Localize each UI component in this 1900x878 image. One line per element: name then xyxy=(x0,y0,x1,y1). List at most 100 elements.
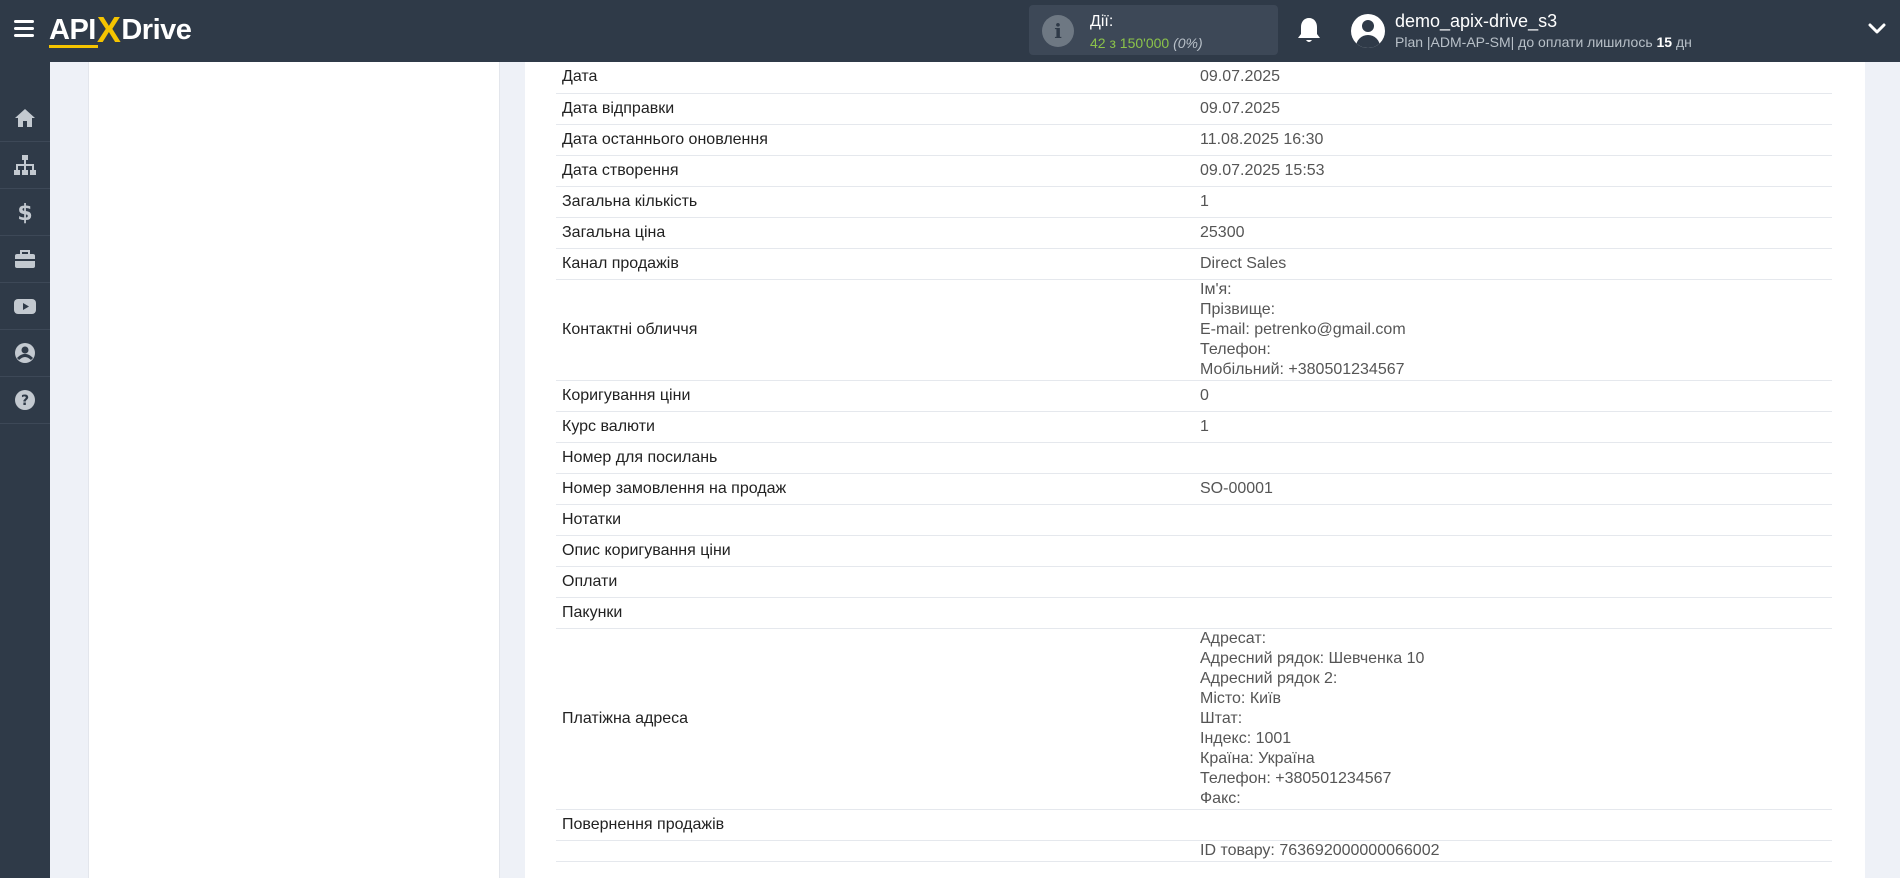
sidebar-item-help[interactable]: ? xyxy=(0,377,50,423)
field-name: Оплати xyxy=(556,566,1194,598)
field-name: Загальна кількість xyxy=(556,186,1194,218)
field-name: Опис коригування ціни xyxy=(556,535,1194,567)
field-value: Адресат: Адресний рядок: Шевченка 10 Адрес… xyxy=(1194,628,1832,810)
logo-x-text: X xyxy=(96,9,121,50)
table-row: Номер для посилань xyxy=(556,442,1832,474)
field-name: Дата відправки xyxy=(556,93,1194,125)
avatar[interactable] xyxy=(1351,14,1385,48)
field-value-line: Мобільний: +380501234567 xyxy=(1200,360,1405,378)
table-row: Пакунки xyxy=(556,597,1832,629)
top-bar: API X Drive i Дії: 42 з 150'000 (0%) demo_… xyxy=(0,0,1900,62)
sidebar-item-services[interactable] xyxy=(0,236,50,282)
field-name: Курс валюти xyxy=(556,411,1194,443)
field-name: Дата створення xyxy=(556,155,1194,187)
table-row: Платіжна адреса Адресат: Адресний рядок: Ш… xyxy=(556,628,1832,810)
plan-prefix: Plan |ADM-AP-SM| до оплати лишилось xyxy=(1395,34,1653,50)
field-value-line: Адресний рядок 2: xyxy=(1200,669,1338,687)
field-value-line: Адресний рядок: Шевченка 10 xyxy=(1200,649,1425,667)
actions-count: 42 xyxy=(1090,35,1106,51)
field-value: 1 xyxy=(1194,186,1832,218)
info-icon: i xyxy=(1042,15,1074,47)
table-row: Повернення продажів xyxy=(556,809,1832,841)
chevron-down-icon[interactable] xyxy=(1868,22,1886,36)
left-panel xyxy=(88,62,500,878)
field-name: Повернення продажів xyxy=(556,809,1194,841)
table-row: Курс валюти 1 xyxy=(556,411,1832,443)
field-value: 1 xyxy=(1194,411,1832,443)
table-row: Загальна кількість 1 xyxy=(556,186,1832,218)
bell-icon[interactable] xyxy=(1296,16,1322,44)
sidebar: $ ? xyxy=(0,62,50,878)
field-value: ID товару: 763692000000066002 xyxy=(1194,840,1832,862)
sidebar-item-video[interactable] xyxy=(0,283,50,329)
table-row: Загальна ціна 25300 xyxy=(556,217,1832,249)
user-name[interactable]: demo_apix-drive_s3 xyxy=(1395,11,1557,32)
field-name: Канал продажів xyxy=(556,248,1194,280)
field-value: 09.07.2025 15:53 xyxy=(1194,155,1832,187)
svg-text:?: ? xyxy=(21,393,29,409)
field-value-line: Ім'я: xyxy=(1200,280,1232,298)
plan-suffix: дн xyxy=(1675,34,1692,50)
field-name: Дата xyxy=(556,62,1194,94)
svg-text:$: $ xyxy=(17,201,32,224)
table-row: Оплати xyxy=(556,566,1832,598)
plan-days: 15 xyxy=(1656,34,1673,50)
field-value-line: E-mail: petrenko@gmail.com xyxy=(1200,320,1406,338)
field-value: 25300 xyxy=(1194,217,1832,249)
actions-percent: (0%) xyxy=(1173,35,1203,51)
sitemap-icon xyxy=(14,155,36,175)
table-row: Нотатки xyxy=(556,504,1832,536)
field-value-line: Телефон: xyxy=(1200,340,1271,358)
field-value-line: Країна: Україна xyxy=(1200,749,1315,767)
field-name: Загальна ціна xyxy=(556,217,1194,249)
field-name: Контактні обличчя xyxy=(556,279,1194,381)
table-row: Дата відправки 09.07.2025 xyxy=(556,93,1832,125)
question-circle-icon: ? xyxy=(15,390,35,410)
user-plan: Plan |ADM-AP-SM| до оплати лишилось 15 д… xyxy=(1395,34,1692,50)
table-row: Дата останнього оновлення 11.08.2025 16:3… xyxy=(556,124,1832,156)
field-value xyxy=(1194,597,1832,629)
field-name: Номер для посилань xyxy=(556,442,1194,474)
field-value-line: ID товару: 763692000000066002 xyxy=(1200,841,1440,859)
field-name: Нотатки xyxy=(556,504,1194,536)
field-value xyxy=(1194,809,1832,841)
youtube-icon xyxy=(14,299,36,314)
logo-drive-text: Drive xyxy=(121,13,192,46)
field-name: Платіжна адреса xyxy=(556,628,1194,810)
field-value-line: Факс: xyxy=(1200,789,1241,807)
table-row: Контактні обличчя Ім'я: Прізвище: E-mail: p… xyxy=(556,279,1832,381)
actions-limit: 150'000 xyxy=(1119,35,1170,51)
table-row: Номер замовлення на продаж SO-00001 xyxy=(556,473,1832,505)
field-value: Direct Sales xyxy=(1194,248,1832,280)
field-name: Коригування ціни xyxy=(556,380,1194,412)
table-row: Опис коригування ціни xyxy=(556,535,1832,567)
apix-drive-logo[interactable]: API X Drive xyxy=(49,9,192,50)
dollar-icon: $ xyxy=(17,201,32,224)
table-row: ID товару: 763692000000066002 xyxy=(556,840,1832,862)
field-value: 09.07.2025 xyxy=(1194,62,1832,94)
field-value-line: Індекс: 1001 xyxy=(1200,729,1292,747)
actions-label: Дії: xyxy=(1090,13,1114,30)
sidebar-item-billing[interactable]: $ xyxy=(0,189,50,235)
field-value-line: Місто: Київ xyxy=(1200,689,1282,707)
logo-api-text: API xyxy=(49,13,98,48)
field-value xyxy=(1194,566,1832,598)
field-value-line: Прізвище: xyxy=(1200,300,1276,318)
sidebar-item-home[interactable] xyxy=(0,95,50,141)
field-name: Пакунки xyxy=(556,597,1194,629)
fields-table: Дата 09.07.2025 Дата відправки 09.07.2025 Да… xyxy=(556,62,1832,862)
sidebar-item-account[interactable] xyxy=(0,330,50,376)
field-name: Номер замовлення на продаж xyxy=(556,473,1194,505)
field-value xyxy=(1194,442,1832,474)
table-row: Дата 09.07.2025 xyxy=(556,62,1832,94)
sidebar-item-connections[interactable] xyxy=(0,142,50,188)
user-circle-icon xyxy=(15,343,35,363)
field-value: Ім'я: Прізвище: E-mail: petrenko@gmail.com… xyxy=(1194,279,1832,381)
field-value: 0 xyxy=(1194,380,1832,412)
field-value xyxy=(1194,504,1832,536)
table-row: Дата створення 09.07.2025 15:53 xyxy=(556,155,1832,187)
field-value xyxy=(1194,535,1832,567)
actions-counter[interactable]: i Дії: 42 з 150'000 (0%) xyxy=(1029,5,1278,55)
menu-icon[interactable] xyxy=(14,18,36,38)
table-row: Канал продажів Direct Sales xyxy=(556,248,1832,280)
